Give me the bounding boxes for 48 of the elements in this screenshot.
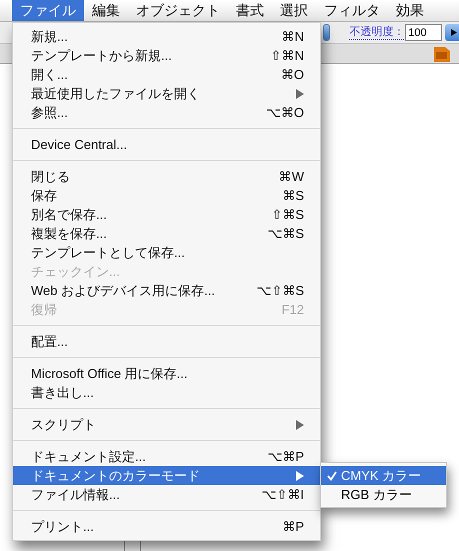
shortcut-text: ⌘P bbox=[282, 518, 304, 536]
submenu-item[interactable]: RGB カラー bbox=[321, 485, 446, 504]
shortcut-text: ⌘O bbox=[280, 66, 304, 84]
menu-bar-item[interactable]: ファイル bbox=[12, 0, 84, 21]
menu-bar-item[interactable]: 選択 bbox=[272, 0, 316, 21]
menu-item[interactable]: 別名で保存... ⇧⌘S bbox=[13, 205, 320, 224]
shortcut-text: ⇧⌘S bbox=[271, 206, 304, 224]
menu-item[interactable]: 最近使用したファイルを開く bbox=[13, 84, 320, 103]
shortcut-text: ⌘W bbox=[278, 168, 304, 186]
shortcut-text: ⌥⌘P bbox=[267, 448, 304, 466]
shortcut-text: ⌥⇧⌘I bbox=[261, 486, 304, 504]
menu-item[interactable]: 書き出し... bbox=[13, 383, 320, 402]
menu-item[interactable]: 配置... bbox=[13, 332, 320, 351]
menu-item[interactable]: プリント... ⌘P bbox=[13, 517, 320, 536]
menu-bar-item[interactable]: フィルタ bbox=[316, 0, 388, 21]
play-icon bbox=[451, 29, 458, 36]
shortcut-text: ⌘S bbox=[282, 186, 304, 205]
document-icon bbox=[434, 45, 450, 62]
menu-item[interactable]: ファイル情報... ⌥⇧⌘I bbox=[13, 485, 320, 504]
shortcut-text: ⌘N bbox=[282, 28, 304, 46]
menu-item[interactable]: Microsoft Office 用に保存... bbox=[13, 364, 320, 383]
shortcut-text: ⌥⌘S bbox=[267, 224, 304, 243]
menu-item[interactable]: 新規... ⌘N bbox=[13, 27, 320, 46]
menu-item[interactable]: 複製を保存... ⌥⌘S bbox=[13, 224, 320, 243]
menu-item[interactable]: Web およびデバイス用に保存... ⌥⇧⌘S bbox=[13, 281, 320, 300]
menu-bar-item[interactable]: オブジェクト bbox=[128, 0, 228, 21]
opacity-field[interactable]: 100 bbox=[405, 24, 442, 41]
menu-item[interactable]: 参照... ⌥⌘O bbox=[13, 103, 320, 122]
shortcut-text: ⌥⇧⌘S bbox=[256, 282, 304, 300]
menu-bar-item[interactable]: 書式 bbox=[228, 0, 272, 21]
menu-bar-item[interactable]: 効果 bbox=[388, 0, 432, 21]
opacity-arrow-button[interactable] bbox=[445, 24, 459, 41]
menu-item[interactable]: テンプレートから新規... ⇧⌘N bbox=[13, 46, 320, 65]
shortcut-text: ⇧⌘N bbox=[270, 46, 304, 65]
menu-item[interactable]: テンプレートとして保存... bbox=[13, 243, 320, 262]
menu-item[interactable]: スクリプト bbox=[13, 415, 320, 434]
submenu-item[interactable]: CMYK カラー bbox=[321, 466, 446, 485]
menu-item[interactable]: 閉じる ⌘W bbox=[13, 167, 320, 186]
shortcut-text: F12 bbox=[282, 300, 304, 319]
menu-bar-item[interactable]: 編集 bbox=[84, 0, 128, 21]
opacity-label[interactable]: 不透明度： bbox=[349, 26, 404, 40]
menu-item[interactable]: 保存 ⌘S bbox=[13, 186, 320, 205]
menu-item[interactable]: 開く... ⌘O bbox=[13, 65, 320, 84]
dropdown-button[interactable] bbox=[323, 24, 330, 41]
menu-item[interactable]: ドキュメントのカラーモード bbox=[13, 466, 320, 485]
shortcut-text: ⌥⌘O bbox=[266, 104, 304, 122]
menu-item[interactable]: Device Central... bbox=[13, 135, 320, 154]
menu-item[interactable]: ドキュメント設定... ⌥⌘P bbox=[13, 447, 320, 466]
